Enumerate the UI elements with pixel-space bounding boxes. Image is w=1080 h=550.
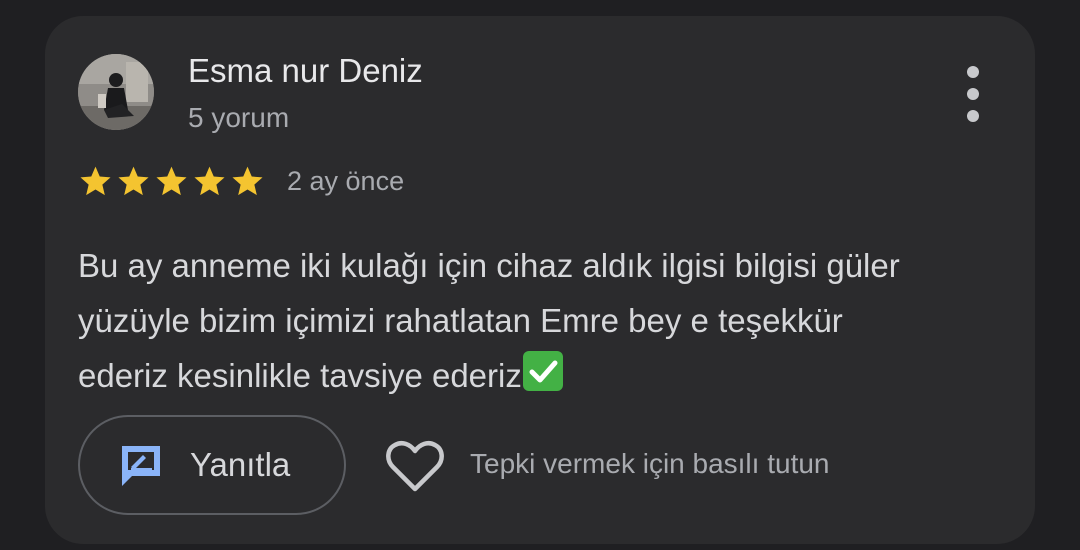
reply-icon [122,446,160,486]
review-text-line-1: Bu ay anneme iki kulağı için cihaz aldık… [78,247,900,284]
more-vertical-icon [967,66,979,78]
star-rating [78,164,265,199]
avatar[interactable] [78,54,154,130]
react-hint: Tepki vermek için basılı tutun [470,448,830,479]
star-icon [194,166,225,196]
review-date: 2 ay önce [287,166,405,196]
react-button[interactable] [385,440,445,494]
reply-button[interactable]: Yanıtla [78,415,346,515]
heart-icon [386,441,444,492]
star-icon [118,166,149,196]
author-name[interactable]: Esma nur Deniz [188,52,423,90]
more-options-button[interactable] [953,66,993,122]
check-mark-icon [522,351,563,391]
avatar-image [78,54,154,130]
reply-label: Yanıtla [190,446,291,483]
star-icon [232,166,263,196]
star-icon [80,166,111,196]
star-icon [156,166,187,196]
review-text-line-2: yüzüyle bizim içimizi rahatlatan Emre be… [78,302,843,339]
rating-row: 2 ay önce [78,164,404,199]
review-card: Esma nur Deniz 5 yorum 2 ay önce Bu ay a… [45,16,1035,544]
review-count[interactable]: 5 yorum [188,102,289,134]
review-text: Bu ay anneme iki kulağı için cihaz aldık… [78,238,998,403]
review-text-line-3: ederiz kesinlikle tavsiye ederiz [78,357,522,394]
